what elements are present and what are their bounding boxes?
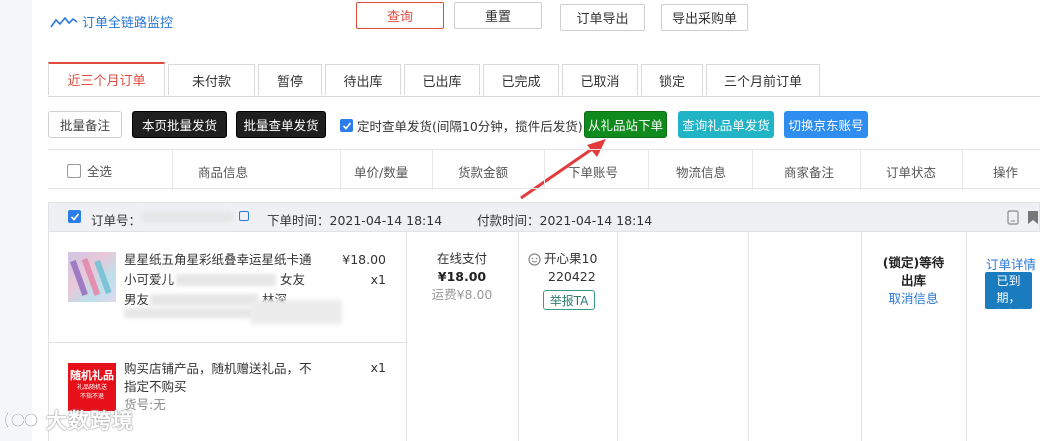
col-status: 订单状态 [886, 165, 937, 180]
switch-jd-account-button[interactable]: 切换京东账号 [784, 111, 868, 138]
col-product: 商品信息 [198, 165, 249, 180]
cancel-info-link[interactable]: 取消信息 [861, 290, 966, 308]
tab-paused[interactable]: 暂停 [258, 64, 322, 95]
checkmark-icon [342, 121, 351, 130]
item2-sku: 货号:无 [124, 397, 166, 412]
order-header-bar: 订单号： 下单时间：2021-04-14 18:14 付款时间：2021-04-… [48, 202, 1040, 232]
col-ops: 操作 [993, 165, 1019, 180]
item2-title[interactable]: 购买店铺产品，随机赠送礼品，不 指定不购买 货号:无 [124, 360, 314, 414]
item2-qty: x1 [370, 360, 386, 375]
tab-recent-three-months[interactable]: 近三个月订单 [48, 62, 165, 95]
timed-check-label: 定时查单发货(间隔10分钟，揽件后发货) [357, 119, 583, 134]
tab-cancelled[interactable]: 已取消 [562, 64, 638, 95]
item1-price: ¥18.00 [342, 252, 386, 267]
order-detail-link[interactable]: 订单详情 [986, 254, 1036, 273]
select-all[interactable]: 全选 [67, 161, 112, 180]
export-orders-button[interactable]: 订单导出 [560, 4, 645, 31]
order-tabs: 近三个月订单 未付款 暂停 待出库 已出库 已完成 已取消 锁定 三个月前订单 [48, 62, 823, 96]
tab-older-orders[interactable]: 三个月前订单 [706, 64, 820, 95]
order-time: 下单时间：2021-04-14 18:14 [267, 213, 443, 228]
batch-check-ship-button[interactable]: 批量查单发货 [236, 111, 326, 138]
order-total: ¥18.00 [437, 269, 487, 284]
gift-site-order-button[interactable]: 从礼品站下单 [584, 111, 667, 138]
app-title: 订单全链路监控 [82, 16, 174, 31]
checkmark-icon [70, 212, 79, 221]
expired-badge[interactable]: 已到期， 请续费 [985, 272, 1032, 322]
col-amount: 货款金额 [458, 165, 509, 180]
select-all-checkbox[interactable] [67, 163, 81, 178]
select-all-label: 全选 [87, 164, 113, 179]
col-price-qty: 单价/数量 [354, 165, 409, 180]
col-logistics: 物流信息 [676, 165, 727, 180]
watermark-text: 大数跨境 [46, 409, 134, 433]
timed-check-option: 定时查单发货(间隔10分钟，揽件后发货) [340, 116, 583, 135]
item1-thumbnail[interactable] [68, 252, 116, 302]
flag-icon[interactable] [1027, 210, 1039, 225]
payment-method: 在线支付 [436, 251, 487, 266]
item1-redaction-box [250, 300, 342, 324]
order-checkbox[interactable] [68, 210, 81, 223]
buyer-info: 开心果10 220422 [528, 250, 613, 286]
tab-shipped[interactable]: 已出库 [404, 64, 480, 95]
shipping-fee: 运费¥8.00 [431, 287, 493, 302]
watermark-logo-icon [4, 412, 39, 428]
item1-qty: x1 [370, 272, 386, 287]
buyer-id: 220422 [548, 269, 596, 284]
pay-time: 付款时间：2021-04-14 18:14 [477, 213, 653, 228]
query-button[interactable]: 查询 [356, 2, 444, 29]
batch-note-button[interactable]: 批量备注 [48, 111, 122, 138]
trend-line-icon [50, 16, 78, 27]
col-order-account: 下单账号 [568, 165, 619, 180]
query-gift-ship-button[interactable]: 查询礼品单发货 [678, 111, 774, 138]
tab-unpaid[interactable]: 未付款 [168, 64, 255, 95]
item1-price-qty: ¥18.00 x1 [336, 250, 386, 290]
tab-locked[interactable]: 锁定 [641, 64, 703, 95]
item2-thumbnail[interactable]: 随机礼品 礼品随机送 不指不退 [68, 363, 116, 411]
buyer-name: 开心果10 [544, 251, 598, 266]
item1-sku-redacted [124, 308, 254, 318]
note-icon[interactable] [1007, 210, 1019, 225]
page-batch-ship-button[interactable]: 本页批量发货 [132, 111, 227, 138]
col-seller-note: 商家备注 [784, 165, 835, 180]
copy-icon[interactable] [239, 211, 249, 221]
tab-pending-out[interactable]: 待出库 [325, 64, 401, 95]
order-no-redacted [141, 212, 233, 222]
table-header: 全选 商品信息 单价/数量 货款金额 下单账号 物流信息 商家备注 订单状态 操… [48, 149, 1040, 190]
reset-button[interactable]: 重置 [454, 2, 542, 29]
chat-icon[interactable] [528, 252, 541, 266]
export-purchase-button[interactable]: 导出采购单 [661, 4, 748, 31]
report-button[interactable]: 举报TA [543, 290, 595, 310]
payment-info: 在线支付 ¥18.00 运费¥8.00 [406, 250, 518, 304]
left-sidebar-strip [0, 0, 32, 441]
order-no-label: 订单号： [91, 213, 142, 228]
tabs-underline [48, 96, 1040, 97]
watermark: 大数跨境 [2, 405, 134, 435]
app-logo: 订单全链路监控 [50, 12, 173, 31]
timed-check-checkbox[interactable] [340, 119, 353, 132]
order-status: (锁定)等待 出库 取消信息 [861, 254, 966, 308]
tab-completed[interactable]: 已完成 [483, 64, 559, 95]
